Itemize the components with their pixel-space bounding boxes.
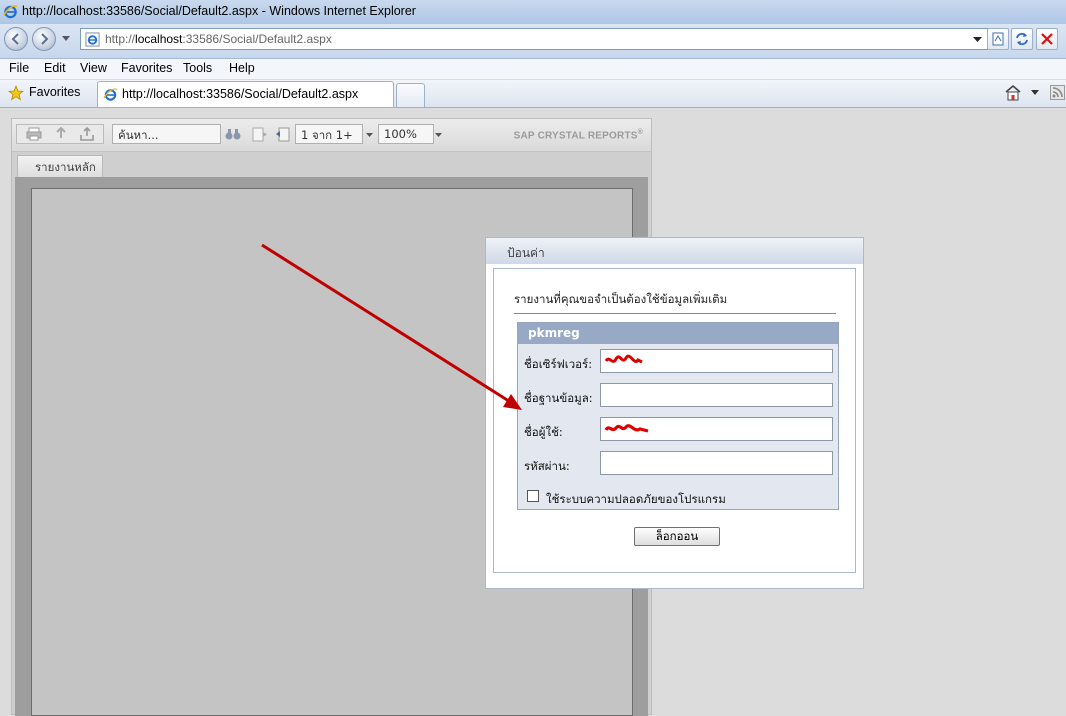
zoom-dropdown-icon[interactable] [435,133,442,138]
redacted-server-name [604,354,643,364]
favorites-tab-bar: Favorites http://localhost:33586/Social/… [0,80,1066,108]
database-name-label: ชื่อฐานข้อมูล: [524,391,593,405]
dialog-title-bar: ป้อนค่า [486,238,863,264]
binoculars-search-icon[interactable] [225,128,241,141]
first-page-icon[interactable] [252,127,268,142]
compatibility-icon [992,32,1004,46]
connection-name: pkmreg [528,326,580,340]
menu-view[interactable]: View [80,61,107,75]
navigation-bar: http://localhost:33586/Social/Default2.a… [0,24,1066,59]
forward-button[interactable] [32,27,56,51]
password-label: รหัสผ่าน: [524,459,570,473]
internet-explorer-icon [3,5,18,19]
dialog-body: รายงานที่คุณขอจำเป็นต้องใช้ข้อมูลเพิ่มเต… [493,268,856,573]
connection-panel: pkmreg ชื่อเซิร์ฟเวอร์: ชื่อฐานข้อมูล: ช… [517,322,839,510]
parameter-dialog: ป้อนค่า รายงานที่คุณขอจำเป็นต้องใช้ข้อมู… [485,237,864,589]
refresh-button[interactable] [1011,28,1033,50]
favorites-star-icon [8,85,24,101]
redacted-user-name [604,424,649,433]
connection-header: pkmreg [518,323,838,344]
stop-button[interactable] [1036,28,1058,50]
search-placeholder: ค้นหา... [118,128,159,142]
new-tab-button[interactable] [396,83,425,107]
menu-edit[interactable]: Edit [44,61,66,75]
zoom-select[interactable]: 100% [378,124,434,144]
home-icon[interactable] [1004,84,1022,101]
stop-icon [1041,33,1053,45]
window-title: http://localhost:33586/Social/Default2.a… [22,4,416,18]
zoom-value: 100% [384,127,417,141]
tab-main-report[interactable]: รายงานหลัก [17,155,103,177]
export-icon[interactable] [54,127,68,141]
back-arrow-icon [11,33,19,45]
favorites-label: Favorites [29,85,81,99]
recent-pages-dropdown-icon[interactable] [62,36,70,42]
menu-help[interactable]: Help [229,61,255,75]
search-input[interactable]: ค้นหา... [112,124,221,144]
export-tools-group [16,124,104,144]
go-to-page-icon[interactable] [275,127,291,142]
dialog-title: ป้อนค่า [507,246,545,260]
address-bar[interactable]: http://localhost:33586/Social/Default2.a… [80,28,988,50]
print-icon[interactable] [26,127,42,141]
address-dropdown-icon[interactable] [973,37,982,43]
user-name-input[interactable] [600,417,833,441]
compatibility-view-button[interactable] [987,28,1009,50]
back-button[interactable] [4,27,28,51]
forward-arrow-icon [41,33,49,45]
page-number-input[interactable]: 1 จาก 1+ [295,124,363,144]
menu-favorites[interactable]: Favorites [121,61,172,75]
address-url: http://localhost:33586/Social/Default2.a… [105,32,332,46]
tab-title: http://localhost:33586/Social/Default2.a… [122,87,359,101]
browser-tab-active[interactable]: http://localhost:33586/Social/Default2.a… [97,81,394,107]
page-dropdown-icon[interactable] [366,133,373,138]
page-indicator: 1 จาก 1+ [301,128,353,142]
feeds-icon[interactable] [1050,85,1065,100]
window-title-bar: http://localhost:33586/Social/Default2.a… [0,0,1066,25]
home-dropdown-icon[interactable] [1031,90,1039,96]
page-icon [85,32,100,47]
user-name-label: ชื่อผู้ใช้: [524,425,563,439]
viewer-toolbar: ค้นหา... 1 จาก 1+ 100% SAP CRYSTAL REPOR… [12,119,651,152]
menu-bar: File Edit View Favorites Tools Help [0,59,1066,80]
server-name-label: ชื่อเซิร์ฟเวอร์: [524,357,593,371]
tab-page-icon [103,88,118,101]
integrated-security-label: ใช้ระบบความปลอดภัยของโปรแกรม [546,492,726,506]
divider [514,313,836,314]
menu-file[interactable]: File [9,61,29,75]
upload-icon[interactable] [79,126,95,142]
integrated-security-checkbox[interactable] [527,490,539,502]
menu-tools[interactable]: Tools [183,61,212,75]
dialog-message: รายงานที่คุณขอจำเป็นต้องใช้ข้อมูลเพิ่มเต… [514,292,728,306]
logon-button[interactable]: ล็อกออน [634,527,720,546]
refresh-icon [1016,33,1028,45]
main-report-tab-label: รายงานหลัก [35,160,96,174]
database-name-input[interactable] [600,383,833,407]
password-input[interactable] [600,451,833,475]
sap-crystal-reports-logo: SAP CRYSTAL REPORTS® [513,129,643,142]
server-name-input[interactable] [600,349,833,373]
